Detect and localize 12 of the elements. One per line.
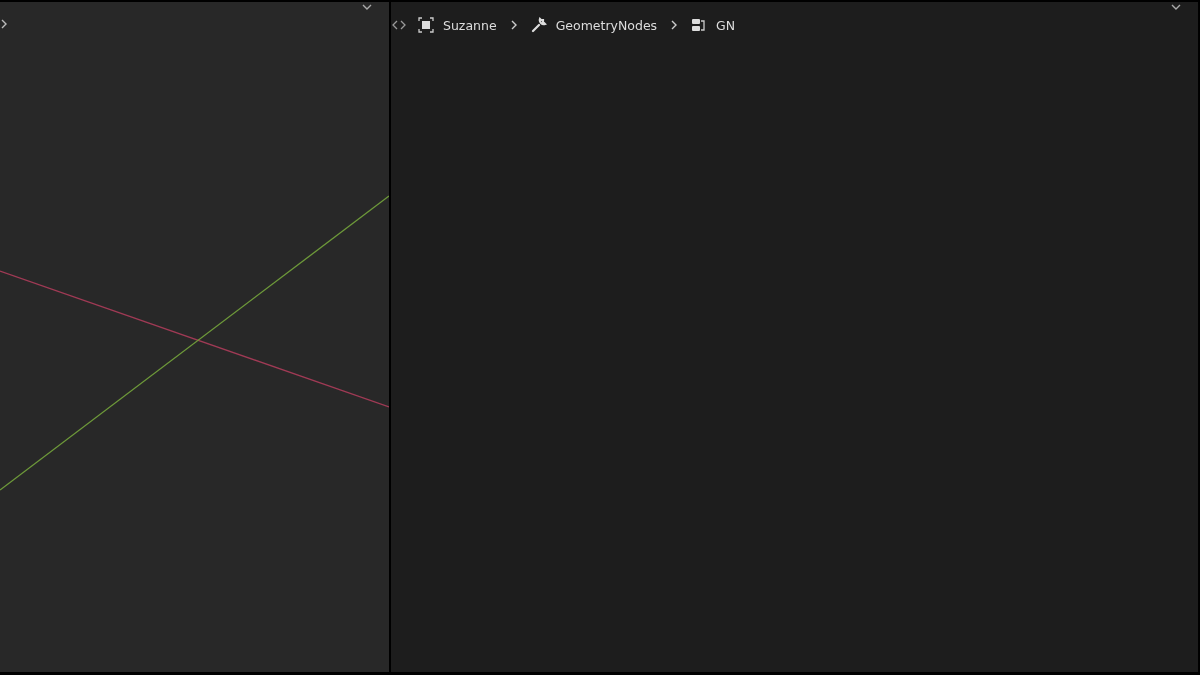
- chevron-down-icon[interactable]: [1171, 4, 1181, 10]
- breadcrumb-label[interactable]: GN: [716, 17, 736, 33]
- chevron-right-icon[interactable]: [1, 19, 7, 29]
- breadcrumb-label[interactable]: Suzanne: [443, 17, 497, 33]
- chevron-right-icon: [671, 20, 678, 30]
- wrench-icon: [530, 17, 547, 33]
- node-tree-icon: [691, 17, 708, 33]
- chevron-right-icon: [510, 20, 517, 30]
- breadcrumb-label[interactable]: GeometryNodes: [555, 17, 658, 33]
- code-brackets-icon[interactable]: [392, 20, 406, 30]
- square-icon: [418, 17, 434, 33]
- chevron-down-icon[interactable]: [362, 4, 372, 10]
